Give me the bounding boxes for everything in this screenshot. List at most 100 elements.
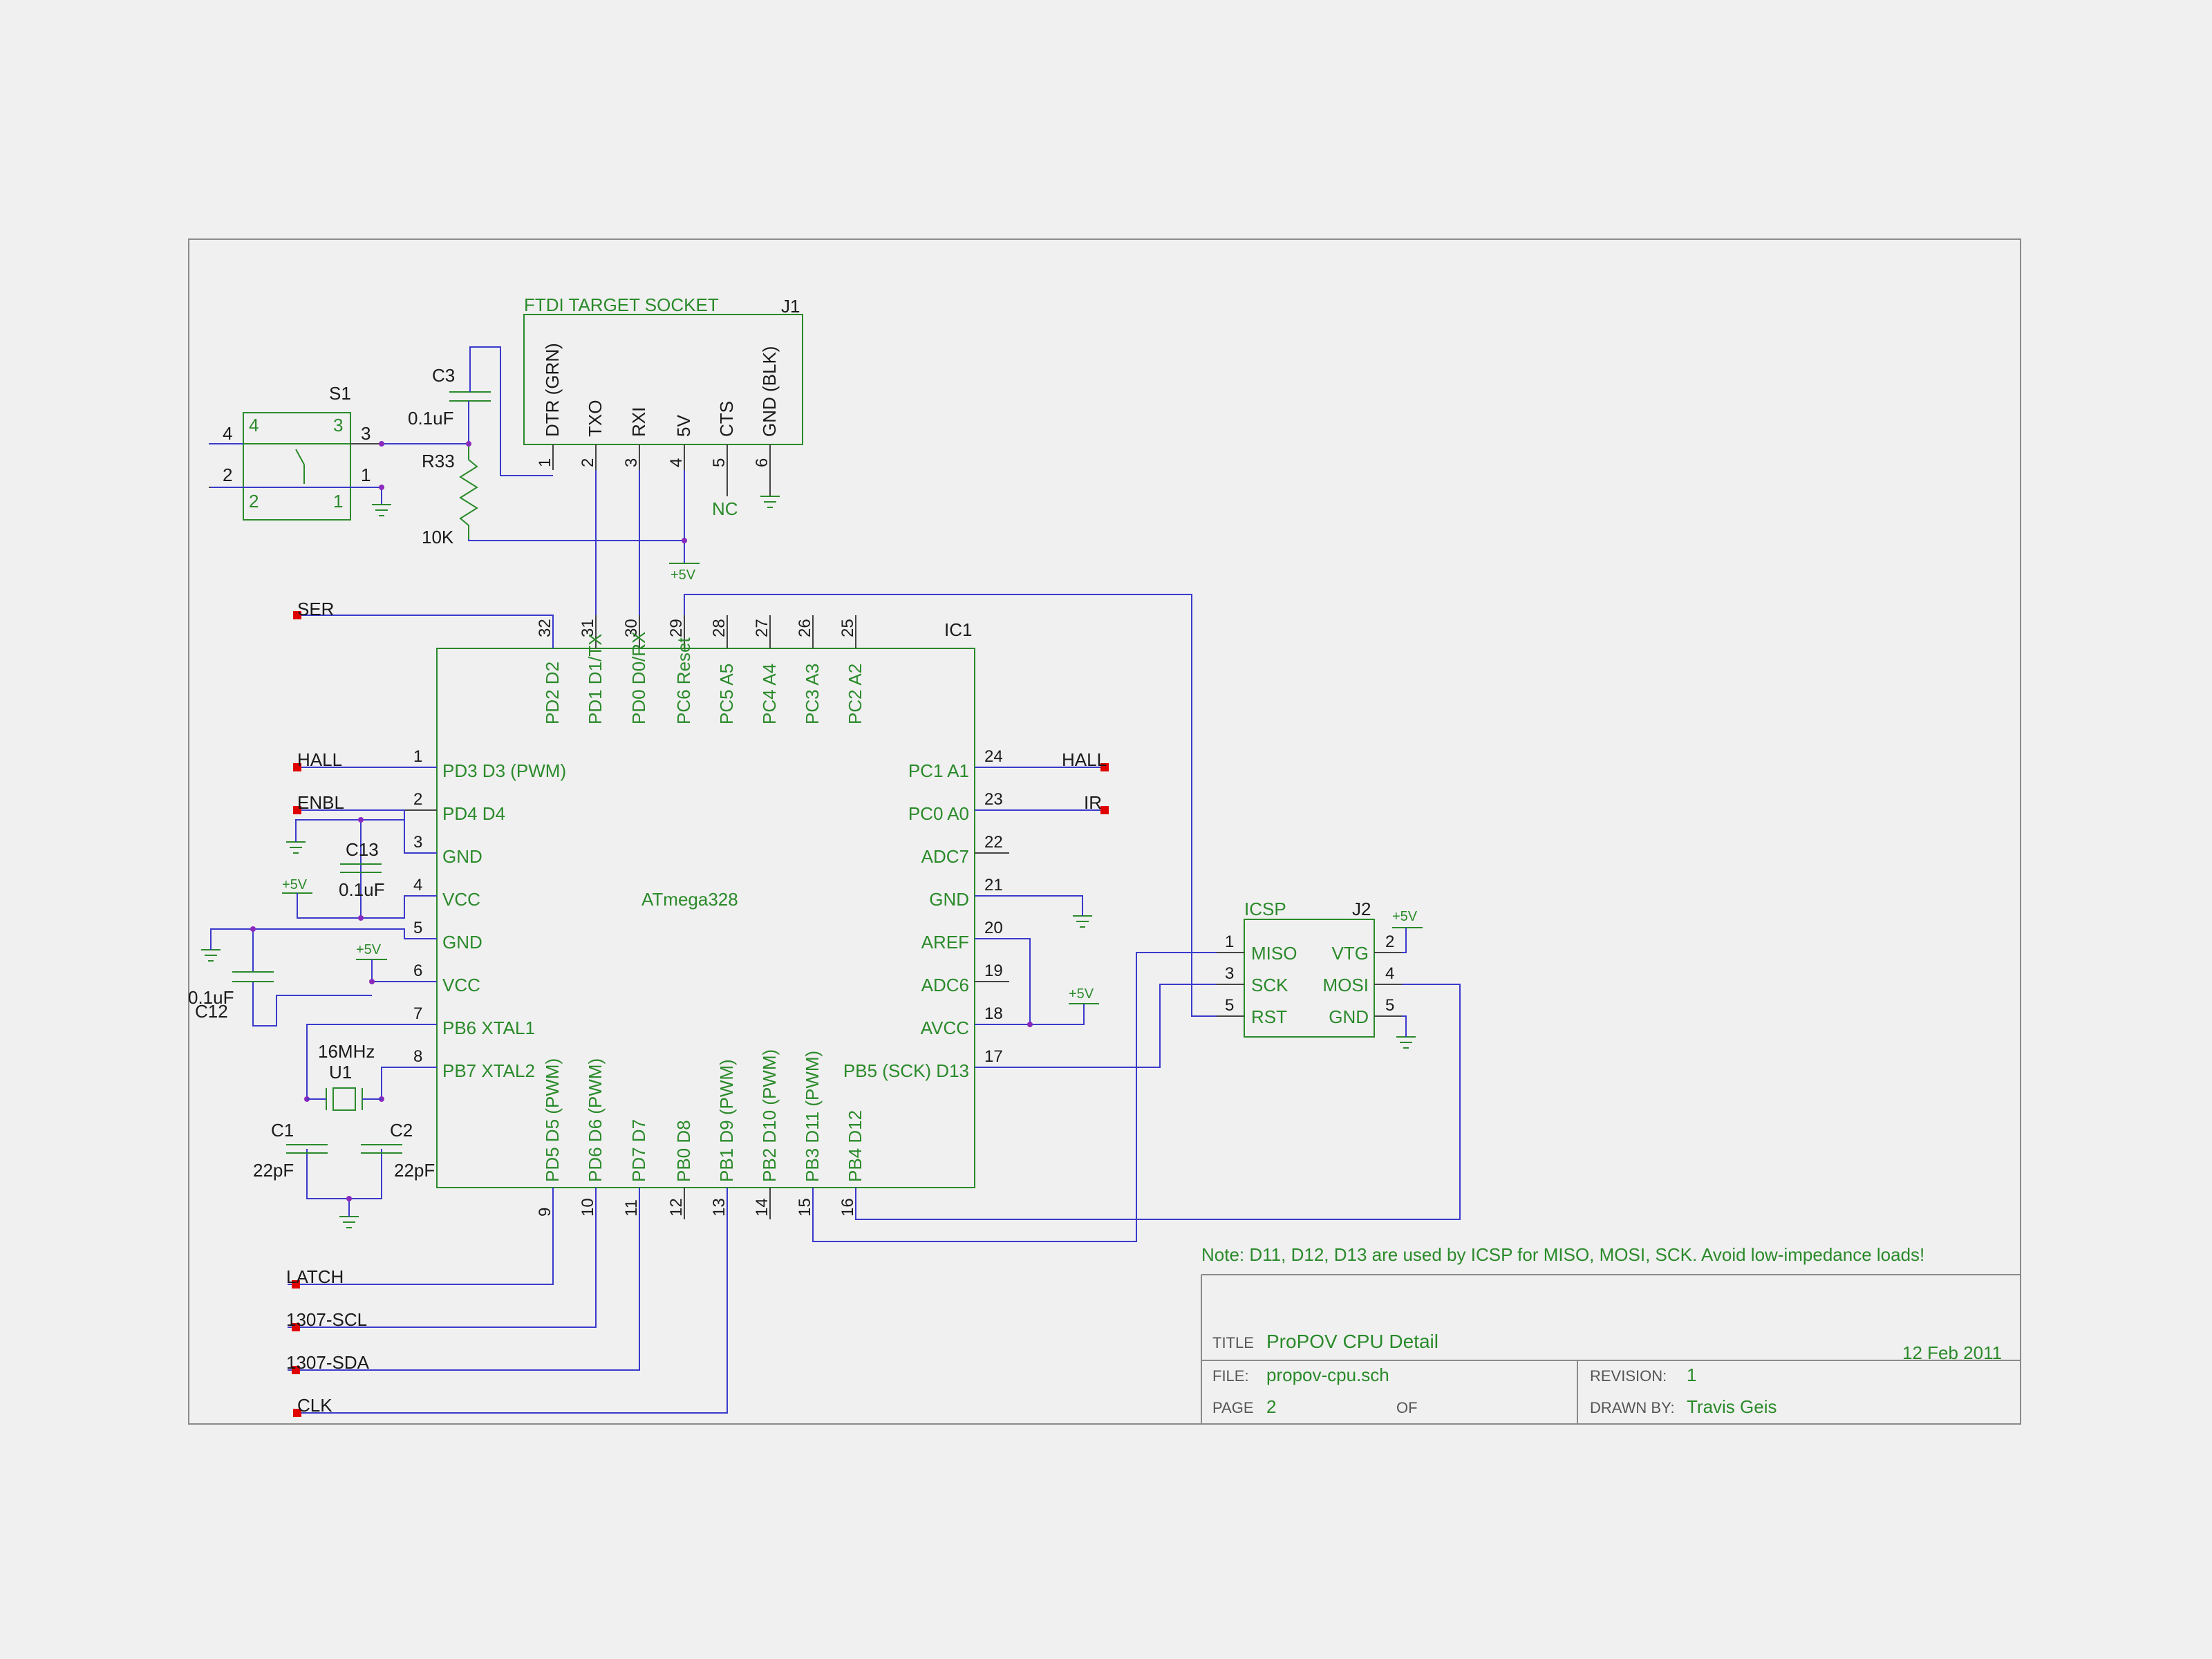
- ic1-pin-number: 22: [984, 833, 1003, 852]
- file-value: propov-cpu.sch: [1266, 1365, 1389, 1385]
- schematic-drawing: FTDI TARGET SOCKET J1 DTR (GRN) 1 TXO 2 RXI 3…: [188, 238, 2021, 1425]
- capacitor-c3: C3 0.1uF: [408, 365, 491, 429]
- ic1-bottom-pins: 9 PD5 D5 (PWM) 10 PD6 D6 (PWM) 11 PD7 D7 12 PB0…: [536, 1049, 865, 1219]
- c13-ref: C13: [346, 839, 379, 860]
- ic1-pin-name: PC4 A4: [759, 664, 780, 724]
- j2-pin-name: MOSI: [1323, 975, 1369, 995]
- ic1-right-pins: 24 PC1 A1 23 PC0 A0 22 ADC7 21 GND 20 AREF 19 ADC6 1…: [843, 747, 1009, 1081]
- j1-pin-number: 4: [667, 458, 686, 467]
- ic1-pin-name: AVCC: [921, 1018, 969, 1038]
- ic1-pin-name: GND: [442, 846, 482, 867]
- j1-pin-number: 6: [753, 458, 771, 467]
- capacitor-c12: 0.1uF C12: [188, 971, 274, 1022]
- ic1-pin-name: PD1 D1/TX: [585, 634, 606, 725]
- s1-outer-3: 3: [361, 423, 371, 444]
- junction: [379, 441, 384, 447]
- ic1-pin-name: PB4 D12: [845, 1110, 865, 1182]
- s1-actuator: [295, 449, 305, 465]
- ic1-pin-number: 3: [413, 833, 422, 852]
- ic1-pin-name: PB3 D11 (PWM): [802, 1051, 823, 1182]
- svg-text:+5V: +5V: [1069, 986, 1094, 1002]
- c1-value: 22pF: [253, 1160, 294, 1181]
- ic1-pin-name: PB5 (SCK) D13: [843, 1060, 969, 1081]
- ic1-pin-number: 17: [984, 1047, 1003, 1066]
- page-label: PAGE: [1212, 1399, 1254, 1416]
- ic1-pin-number: 1: [413, 747, 422, 766]
- j2-left-pins: 1 MISO 3 SCK 5 RST: [1217, 932, 1297, 1027]
- ic1-pin-number: 2: [413, 790, 422, 809]
- junction: [682, 538, 687, 543]
- drawn-by-value: Travis Geis: [1687, 1396, 1777, 1417]
- title-value: ProPOV CPU Detail: [1266, 1331, 1438, 1352]
- ic1-pin-name: PB6 XTAL1: [442, 1018, 535, 1038]
- s1-inner-4: 4: [249, 415, 259, 435]
- s1-inner-2: 2: [249, 491, 259, 512]
- wire-clk: [297, 1188, 728, 1414]
- ic1-pin-number: 13: [710, 1198, 729, 1217]
- j1-pin-number: 3: [622, 458, 641, 467]
- c3-value: 0.1uF: [408, 408, 454, 429]
- ic1-pin-number: 29: [667, 619, 686, 637]
- crystal-u1: 16MHz U1: [307, 1041, 382, 1111]
- s1-outer-4: 4: [223, 423, 232, 444]
- ground-icon: [286, 841, 306, 854]
- ic1-pin-name: VCC: [442, 889, 480, 910]
- ic1-pin-name: VCC: [442, 975, 480, 995]
- c12-ref: C12: [195, 1001, 228, 1022]
- ic1-pin-number: 15: [796, 1198, 814, 1217]
- j1-pin-number: 5: [710, 458, 729, 467]
- u1-ref: U1: [329, 1062, 352, 1082]
- ic1-body: [436, 648, 975, 1188]
- ic1-pin-name: PC1 A1: [908, 760, 969, 781]
- design-note: Note: D11, D12, D13 are used by ICSP for…: [1201, 1244, 1924, 1265]
- wire-gnd5: [210, 928, 437, 950]
- ground-icon: [760, 496, 780, 508]
- supply-5v-avcc: +5V: [1069, 986, 1099, 1004]
- c3-ref: C3: [432, 365, 455, 386]
- ic1-pin-name: PC0 A0: [908, 803, 969, 824]
- j1-pin-name: 5V: [673, 415, 694, 437]
- ic1-pin-name: GND: [929, 889, 969, 910]
- j2-pin-number: 5: [1225, 996, 1234, 1015]
- supply-5v-icsp: +5V: [1392, 909, 1423, 928]
- ic1-pin-number: 4: [413, 876, 422, 894]
- wire-r33-5v: [468, 539, 684, 541]
- j2-ref: J2: [1352, 899, 1371, 919]
- net-hall-left: HALL: [297, 749, 342, 770]
- ic1-pin-number: 19: [984, 962, 1003, 980]
- ic1-pin-name: PD0 D0/RX: [628, 632, 649, 724]
- ic1-left-pins: 1 PD3 D3 (PWM) 2 PD4 D4 3 GND 4 VCC 5 GND 6 VCC 7 PB6…: [404, 747, 566, 1081]
- s1-inner-3: 3: [333, 415, 343, 435]
- ic1-pin-name: GND: [442, 932, 482, 953]
- wire-c3-dtr: [469, 346, 553, 476]
- r33-zigzag: [459, 442, 478, 539]
- ic1-pin-name: PC2 A2: [845, 664, 865, 724]
- j2-right-pins: 2 VTG 4 MOSI 5 GND: [1323, 932, 1402, 1027]
- date-value: 12 Feb 2011: [1902, 1342, 2002, 1363]
- ic1-pin-number: 6: [413, 962, 422, 980]
- ic1-pin-name: PD7 D7: [628, 1119, 649, 1182]
- net-enbl: ENBL: [297, 792, 344, 813]
- file-label: FILE:: [1212, 1367, 1249, 1385]
- ic1-pin-name: ADC6: [921, 975, 969, 995]
- ic1-pin-number: 7: [413, 1004, 422, 1023]
- ic1-pin-number: 25: [838, 619, 857, 637]
- ic1-pin-name: PD6 D6 (PWM): [585, 1058, 606, 1182]
- ic1-pin-number: 9: [536, 1208, 554, 1217]
- svg-text:+5V: +5V: [671, 568, 696, 583]
- net-ser: SER: [297, 599, 334, 619]
- schematic-canvas: FTDI TARGET SOCKET J1 DTR (GRN) 1 TXO 2 RXI 3…: [0, 0, 2212, 1659]
- junction: [466, 441, 471, 447]
- ic1-pin-number: 18: [984, 1004, 1003, 1023]
- title-label: TITLE: [1212, 1334, 1254, 1351]
- svg-text:+5V: +5V: [356, 942, 382, 957]
- j2-pin-name: GND: [1329, 1006, 1369, 1027]
- supply-5v-vcc4: +5V: [282, 877, 312, 894]
- j2-pin-number: 2: [1385, 932, 1394, 951]
- ic1-pin-name: PB7 XTAL2: [442, 1060, 535, 1081]
- ic1-pin-number: 14: [753, 1198, 771, 1217]
- ground-icon: [339, 1216, 359, 1228]
- microcontroller-ic1: IC1 ATmega328 32PD2 D231PD1 D1/TX30PD0 D…: [404, 615, 1009, 1219]
- ic1-pin-name: PB2 D10 (PWM): [759, 1049, 780, 1182]
- junction: [1027, 1022, 1033, 1027]
